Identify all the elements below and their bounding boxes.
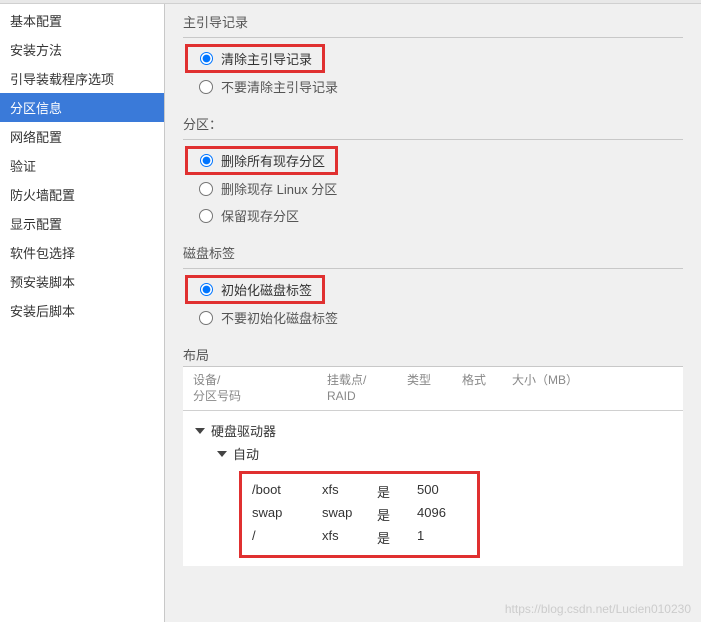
cell-format: 是 <box>377 505 417 524</box>
sidebar-item-network[interactable]: 网络配置 <box>0 122 164 151</box>
radio-row-part-keep[interactable]: 保留现存分区 <box>183 202 683 229</box>
cell-size: 4096 <box>417 505 467 524</box>
radio-label: 不要清除主引导记录 <box>221 77 338 96</box>
radio-label: 保留现存分区 <box>221 206 299 225</box>
section-title-disklabel: 磁盘标签 <box>183 243 683 262</box>
table-row[interactable]: / xfs 是 1 <box>252 526 467 549</box>
sidebar-item-packages[interactable]: 软件包选择 <box>0 238 164 267</box>
radio-row-mbr-clear[interactable]: 清除主引导记录 <box>185 44 325 73</box>
cell-type: xfs <box>322 482 377 501</box>
radio-row-part-deleteall[interactable]: 删除所有现存分区 <box>185 146 338 175</box>
radio-label: 删除所有现存分区 <box>221 151 325 170</box>
radio-label: 清除主引导记录 <box>221 49 312 68</box>
sidebar: 基本配置 安装方法 引导装载程序选项 分区信息 网络配置 验证 防火墙配置 显示… <box>0 4 165 622</box>
sidebar-item-preinstall[interactable]: 预安装脚本 <box>0 267 164 296</box>
cell-format: 是 <box>377 528 417 547</box>
sidebar-item-label: 引导装载程序选项 <box>10 72 114 87</box>
content-panel: 主引导记录 清除主引导记录 不要清除主引导记录 分区： 删除所有现存分区 <box>165 4 701 622</box>
radio-part-keep[interactable] <box>199 209 213 223</box>
sidebar-item-label: 预安装脚本 <box>10 275 75 290</box>
chevron-down-icon[interactable] <box>195 428 205 434</box>
cell-type: xfs <box>322 528 377 547</box>
radio-row-mbr-keep[interactable]: 不要清除主引导记录 <box>183 73 683 100</box>
tree-body: 硬盘驱动器 自动 /boot xfs 是 500 <box>183 411 683 566</box>
radio-row-disk-init[interactable]: 初始化磁盘标签 <box>185 275 325 304</box>
radio-row-part-deletelinux[interactable]: 删除现存 Linux 分区 <box>183 175 683 202</box>
radio-label: 不要初始化磁盘标签 <box>221 308 338 327</box>
section-mbr: 主引导记录 清除主引导记录 不要清除主引导记录 <box>183 12 683 100</box>
cell-mount: / <box>252 528 322 547</box>
sidebar-item-auth[interactable]: 验证 <box>0 151 164 180</box>
table-row[interactable]: swap swap 是 4096 <box>252 503 467 526</box>
table-row[interactable]: /boot xfs 是 500 <box>252 480 467 503</box>
radio-disk-keep[interactable] <box>199 311 213 325</box>
sidebar-item-partition[interactable]: 分区信息 <box>0 93 164 122</box>
cell-mount: swap <box>252 505 322 524</box>
radio-label: 初始化磁盘标签 <box>221 280 312 299</box>
cell-size: 500 <box>417 482 467 501</box>
sidebar-item-label: 网络配置 <box>10 130 62 145</box>
partition-data-box: /boot xfs 是 500 swap swap 是 4096 / <box>239 471 480 558</box>
radio-part-deletelinux[interactable] <box>199 182 213 196</box>
main-container: 基本配置 安装方法 引导装载程序选项 分区信息 网络配置 验证 防火墙配置 显示… <box>0 4 701 622</box>
radio-part-deleteall[interactable] <box>200 154 213 167</box>
sidebar-item-bootloader[interactable]: 引导装载程序选项 <box>0 64 164 93</box>
sidebar-item-install-method[interactable]: 安装方法 <box>0 35 164 64</box>
tree-root-row[interactable]: 硬盘驱动器 <box>183 419 683 442</box>
radio-mbr-keep[interactable] <box>199 80 213 94</box>
sidebar-item-label: 显示配置 <box>10 217 62 232</box>
sidebar-item-label: 分区信息 <box>10 101 62 116</box>
tree-child-label: 自动 <box>233 444 259 463</box>
radio-disk-init[interactable] <box>200 283 213 296</box>
radio-mbr-clear[interactable] <box>200 52 213 65</box>
radio-row-disk-keep[interactable]: 不要初始化磁盘标签 <box>183 304 683 331</box>
th-type[interactable]: 类型 <box>403 367 458 410</box>
cell-size: 1 <box>417 528 467 547</box>
th-device[interactable]: 设备/ 分区号码 <box>183 367 323 410</box>
sidebar-item-label: 防火墙配置 <box>10 188 75 203</box>
layout-table: 设备/ 分区号码 挂载点/ RAID 类型 格式 大小（MB） 硬盘驱动器 自动 <box>183 366 683 566</box>
section-title-layout: 布局 <box>183 345 683 364</box>
sidebar-item-label: 安装方法 <box>10 43 62 58</box>
sidebar-item-postinstall[interactable]: 安装后脚本 <box>0 296 164 325</box>
section-disklabel: 磁盘标签 初始化磁盘标签 不要初始化磁盘标签 <box>183 243 683 331</box>
th-mount[interactable]: 挂载点/ RAID <box>323 367 403 410</box>
radio-group-disklabel: 初始化磁盘标签 不要初始化磁盘标签 <box>183 268 683 331</box>
th-size[interactable]: 大小（MB） <box>508 367 628 410</box>
section-title-mbr: 主引导记录 <box>183 12 683 31</box>
chevron-down-icon[interactable] <box>217 451 227 457</box>
sidebar-item-label: 安装后脚本 <box>10 304 75 319</box>
th-format[interactable]: 格式 <box>458 367 508 410</box>
sidebar-item-label: 基本配置 <box>10 14 62 29</box>
sidebar-item-label: 验证 <box>10 159 36 174</box>
cell-format: 是 <box>377 482 417 501</box>
sidebar-item-firewall[interactable]: 防火墙配置 <box>0 180 164 209</box>
section-partition: 分区： 删除所有现存分区 删除现存 Linux 分区 保留现存分区 <box>183 114 683 229</box>
sidebar-item-basic[interactable]: 基本配置 <box>0 6 164 35</box>
section-title-partition: 分区： <box>183 114 683 133</box>
radio-label: 删除现存 Linux 分区 <box>221 179 337 198</box>
sidebar-item-label: 软件包选择 <box>10 246 75 261</box>
radio-group-mbr: 清除主引导记录 不要清除主引导记录 <box>183 37 683 100</box>
cell-type: swap <box>322 505 377 524</box>
radio-group-partition: 删除所有现存分区 删除现存 Linux 分区 保留现存分区 <box>183 139 683 229</box>
table-header: 设备/ 分区号码 挂载点/ RAID 类型 格式 大小（MB） <box>183 367 683 411</box>
tree-child-row[interactable]: 自动 <box>183 442 683 465</box>
sidebar-item-display[interactable]: 显示配置 <box>0 209 164 238</box>
cell-mount: /boot <box>252 482 322 501</box>
tree-root-label: 硬盘驱动器 <box>211 421 276 440</box>
section-layout: 布局 设备/ 分区号码 挂载点/ RAID 类型 格式 大小（MB） 硬盘驱动器 <box>183 345 683 566</box>
